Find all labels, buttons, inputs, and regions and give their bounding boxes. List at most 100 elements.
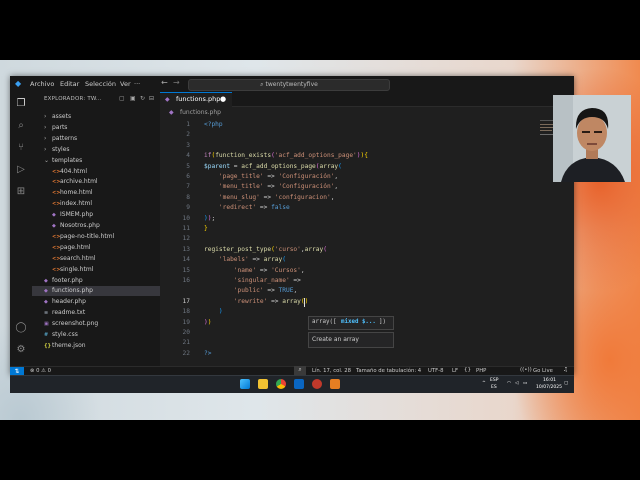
code-token: 'name' bbox=[233, 266, 257, 274]
editor-area: ◆ functions.php ● ◫ ◆ functions.php 1 <?p… bbox=[160, 92, 574, 366]
tab-size[interactable]: Tamaño de tabulación: 4 bbox=[356, 368, 421, 374]
lang-bottom[interactable]: ES bbox=[491, 385, 497, 390]
explorer-icon[interactable]: ❐ bbox=[15, 98, 27, 110]
tree-item[interactable]: # style.css bbox=[32, 330, 160, 340]
code-token: array bbox=[319, 162, 339, 170]
lang-top[interactable]: ESP bbox=[490, 378, 498, 383]
tree-item[interactable]: <> index.html bbox=[32, 199, 160, 209]
cursor-position[interactable]: Lín. 17, col. 28 bbox=[312, 368, 351, 374]
tree-item[interactable]: <> single.html bbox=[32, 265, 160, 275]
line-number: 19 bbox=[182, 318, 190, 326]
tree-item[interactable]: <> page-no-title.html bbox=[32, 232, 160, 242]
windows-start-icon[interactable] bbox=[240, 379, 250, 389]
tree-item[interactable]: <> search.html bbox=[32, 254, 160, 264]
braces-icon[interactable]: {} bbox=[464, 367, 471, 373]
zoom-icon[interactable]: ⌕ bbox=[294, 366, 306, 375]
code-token: , bbox=[300, 266, 305, 274]
line-number: 11 bbox=[182, 225, 190, 232]
tree-item[interactable]: ⌄ templates bbox=[32, 156, 160, 166]
back-arrow-icon[interactable]: ← bbox=[161, 78, 168, 87]
code-line: 16 'singular_name' => bbox=[160, 276, 540, 286]
tree-item[interactable]: ◆ Nosotros.php bbox=[32, 221, 160, 231]
code-token: , bbox=[330, 193, 335, 201]
code-text: 'name' => 'Cursos', bbox=[204, 266, 305, 276]
tab-functions-php[interactable]: ◆ functions.php ● bbox=[160, 92, 232, 107]
tree-item[interactable]: <> home.html bbox=[32, 188, 160, 198]
problems-count[interactable]: ⊗ 0 ⚠ 0 bbox=[30, 368, 51, 374]
language-mode[interactable]: PHP bbox=[476, 368, 486, 374]
tree-item[interactable]: ◆ functions.php bbox=[32, 286, 160, 297]
tree-item[interactable]: › assets bbox=[32, 112, 160, 122]
settings-gear-icon[interactable]: ⚙ bbox=[15, 344, 27, 356]
menu-archivo[interactable]: Archivo bbox=[30, 80, 54, 88]
code-text: register_post_type('curso',array( bbox=[204, 245, 327, 255]
source-control-icon[interactable]: ⑂ bbox=[15, 142, 27, 154]
vscode-taskbar-icon[interactable] bbox=[294, 379, 304, 389]
tree-item[interactable]: ≡ readme.txt bbox=[32, 308, 160, 318]
unsaved-dot-icon[interactable]: ● bbox=[220, 93, 226, 106]
battery-icon[interactable]: ▭ bbox=[523, 381, 527, 386]
tree-item[interactable]: {} theme.json bbox=[32, 341, 160, 351]
tree-item[interactable]: ◆ footer.php bbox=[32, 276, 160, 286]
suggestion-widget[interactable]: Create an array bbox=[308, 332, 394, 348]
line-number: 20 bbox=[182, 329, 190, 336]
code-line: 8 'menu_slug' => 'configuracion', bbox=[160, 193, 540, 203]
search-icon[interactable]: ⌕ bbox=[15, 120, 27, 132]
tree-item[interactable]: <> 404.html bbox=[32, 167, 160, 177]
chevron-right-icon: › bbox=[44, 123, 47, 131]
collapse-icon[interactable]: ⊟ bbox=[149, 95, 154, 102]
command-center[interactable]: ⌕ twentytwentyfive bbox=[188, 79, 390, 91]
forward-arrow-icon[interactable]: → bbox=[173, 78, 180, 87]
notifications-bell-icon[interactable]: ♫ bbox=[563, 367, 568, 373]
code-token: , bbox=[293, 287, 298, 295]
clock-date[interactable]: 10/07/2025 bbox=[536, 385, 562, 390]
new-file-icon[interactable]: ▢ bbox=[119, 95, 125, 102]
tree-item[interactable]: <> page.html bbox=[32, 243, 160, 253]
tree-item[interactable]: ▣ screenshot.png bbox=[32, 319, 160, 329]
menu-editar[interactable]: Editar bbox=[60, 80, 79, 88]
line-number: 18 bbox=[182, 308, 190, 316]
code-token: } bbox=[204, 225, 208, 232]
line-number: 5 bbox=[186, 162, 190, 170]
notification-icon[interactable]: ▢ bbox=[564, 381, 568, 386]
tree-item-label: Nosotros.php bbox=[60, 222, 100, 229]
tree-item[interactable]: <> archive.html bbox=[32, 177, 160, 187]
encoding[interactable]: UTF-8 bbox=[428, 368, 443, 374]
code-line: 17 'rewrite' => array() bbox=[160, 297, 540, 307]
code-token: ) bbox=[207, 318, 212, 326]
app-red-icon[interactable] bbox=[312, 379, 322, 389]
extensions-icon[interactable]: ⊞ bbox=[15, 186, 27, 198]
account-icon[interactable]: ◯ bbox=[15, 322, 27, 334]
app-orange-icon[interactable] bbox=[330, 379, 340, 389]
refresh-icon[interactable]: ↻ bbox=[140, 95, 145, 102]
line-number: 6 bbox=[186, 173, 190, 180]
menu-more[interactable]: ··· bbox=[134, 80, 140, 88]
menu-ver[interactable]: Ver bbox=[120, 80, 131, 88]
code-token: ( bbox=[282, 256, 286, 264]
tree-item[interactable]: ◆ ISMEM.php bbox=[32, 210, 160, 220]
menu-seleccion[interactable]: Selección bbox=[85, 80, 116, 88]
command-center-label: twentytwentyfive bbox=[265, 81, 318, 88]
file-explorer-icon[interactable] bbox=[258, 379, 268, 389]
new-folder-icon[interactable]: ▣ bbox=[130, 95, 136, 102]
run-debug-icon[interactable]: ▷ bbox=[15, 164, 27, 176]
tree-item[interactable]: › styles bbox=[32, 145, 160, 155]
tree-item-label: templates bbox=[52, 156, 83, 164]
tree-item[interactable]: ◆ header.php bbox=[32, 297, 160, 307]
tree-item[interactable]: › parts bbox=[32, 123, 160, 133]
code-text: if(function_exists('acf_add_options_page… bbox=[204, 151, 368, 161]
remote-indicator-icon[interactable]: ⇅ bbox=[10, 367, 24, 375]
wifi-icon[interactable]: ◠ bbox=[507, 381, 511, 386]
code-token: 'menu_title' bbox=[218, 183, 264, 191]
breadcrumb[interactable]: ◆ functions.php bbox=[169, 109, 221, 116]
end-of-line[interactable]: LF bbox=[452, 368, 458, 374]
line-number: 9 bbox=[186, 204, 190, 212]
chrome-icon[interactable] bbox=[276, 379, 286, 389]
go-live-icon: ((•)) bbox=[520, 367, 532, 373]
volume-icon[interactable]: ◁ bbox=[515, 381, 518, 386]
go-live-button[interactable]: Go Live bbox=[533, 368, 553, 374]
clock-time[interactable]: 16:01 bbox=[543, 378, 556, 383]
tray-chevron-icon[interactable]: ^ bbox=[482, 381, 486, 386]
tree-item[interactable]: › patterns bbox=[32, 134, 160, 144]
